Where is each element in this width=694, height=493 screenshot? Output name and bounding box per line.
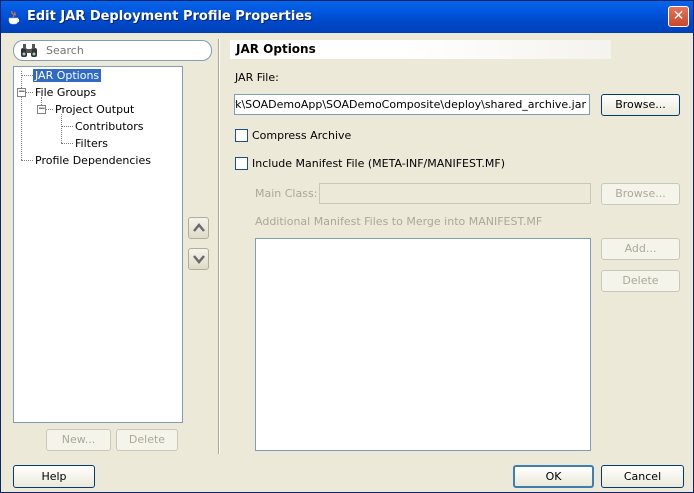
cancel-button[interactable]: Cancel [601, 465, 684, 488]
search-box[interactable] [13, 40, 212, 61]
chevron-up-icon [193, 223, 205, 232]
tree-connector [21, 71, 22, 160]
tree-item-label: Filters [75, 137, 108, 150]
tree-connector [21, 160, 33, 161]
java-cup-icon [8, 10, 20, 25]
collapse-icon[interactable]: − [17, 88, 26, 97]
new-button[interactable]: New... [46, 429, 111, 451]
move-up-button[interactable] [188, 217, 209, 239]
close-button[interactable]: ✕ [668, 6, 689, 27]
tree-connector [61, 143, 73, 144]
search-input[interactable] [44, 42, 204, 59]
jar-file-value: ·\mywork\SOADemoApp\SOADemoComposite\dep… [235, 98, 586, 111]
additional-manifest-list[interactable] [255, 238, 591, 451]
tree-connector [61, 114, 62, 143]
add-manifest-button[interactable]: Add... [601, 238, 680, 260]
additional-manifest-label: Additional Manifest Files to Merge into … [255, 215, 543, 228]
tree-item-label: Contributors [75, 120, 144, 133]
tree-item-label: File Groups [35, 86, 97, 99]
help-button[interactable]: Help [13, 465, 95, 488]
compress-archive-checkbox[interactable] [235, 129, 248, 142]
section-title: JAR Options [236, 42, 316, 56]
include-manifest-label[interactable]: Include Manifest File (META-INF/MANIFEST… [252, 157, 505, 170]
tree-item-project-output[interactable]: Project Output [53, 102, 136, 117]
include-manifest-checkbox[interactable] [235, 157, 248, 170]
dialog-window: Edit JAR Deployment Profile Properties ✕… [0, 0, 694, 493]
section-header: JAR Options [230, 40, 611, 59]
collapse-icon[interactable]: − [37, 105, 46, 114]
tree-item-profile-dependencies[interactable]: Profile Dependencies [33, 153, 153, 168]
main-class-label: Main Class: [255, 187, 318, 200]
main-class-input[interactable] [319, 183, 591, 204]
delete-tree-button[interactable]: Delete [116, 429, 178, 451]
chevron-down-icon [193, 255, 205, 264]
tree-connector [26, 92, 33, 93]
window-title: Edit JAR Deployment Profile Properties [27, 9, 312, 24]
close-icon: ✕ [672, 8, 685, 24]
title-bar: Edit JAR Deployment Profile Properties ✕ [1, 1, 693, 33]
move-down-button[interactable] [188, 248, 209, 270]
tree-connector [21, 75, 33, 76]
navigation-tree: − − JAR Options File Groups Project Outp… [13, 66, 183, 423]
main-class-browse-button[interactable]: Browse... [601, 183, 680, 205]
tree-connector [46, 109, 53, 110]
binoculars-icon [21, 44, 37, 57]
tree-item-file-groups[interactable]: File Groups [33, 85, 98, 100]
tree-connector [61, 126, 73, 127]
jar-file-browse-button[interactable]: Browse... [601, 94, 680, 116]
tree-item-label: JAR Options [33, 69, 102, 82]
jar-file-input[interactable]: ·\mywork\SOADemoApp\SOADemoComposite\dep… [234, 94, 590, 115]
tree-item-jar-options[interactable]: JAR Options [33, 68, 102, 83]
tree-item-filters[interactable]: Filters [73, 136, 110, 151]
tree-item-contributors[interactable]: Contributors [73, 119, 146, 134]
jar-file-label: JAR File: [235, 71, 279, 84]
compress-archive-label[interactable]: Compress Archive [252, 129, 351, 142]
tree-item-label: Profile Dependencies [35, 154, 151, 167]
panel-divider[interactable] [218, 39, 220, 454]
delete-manifest-button[interactable]: Delete [601, 270, 680, 292]
tree-item-label: Project Output [55, 103, 135, 116]
ok-button[interactable]: OK [513, 465, 594, 488]
